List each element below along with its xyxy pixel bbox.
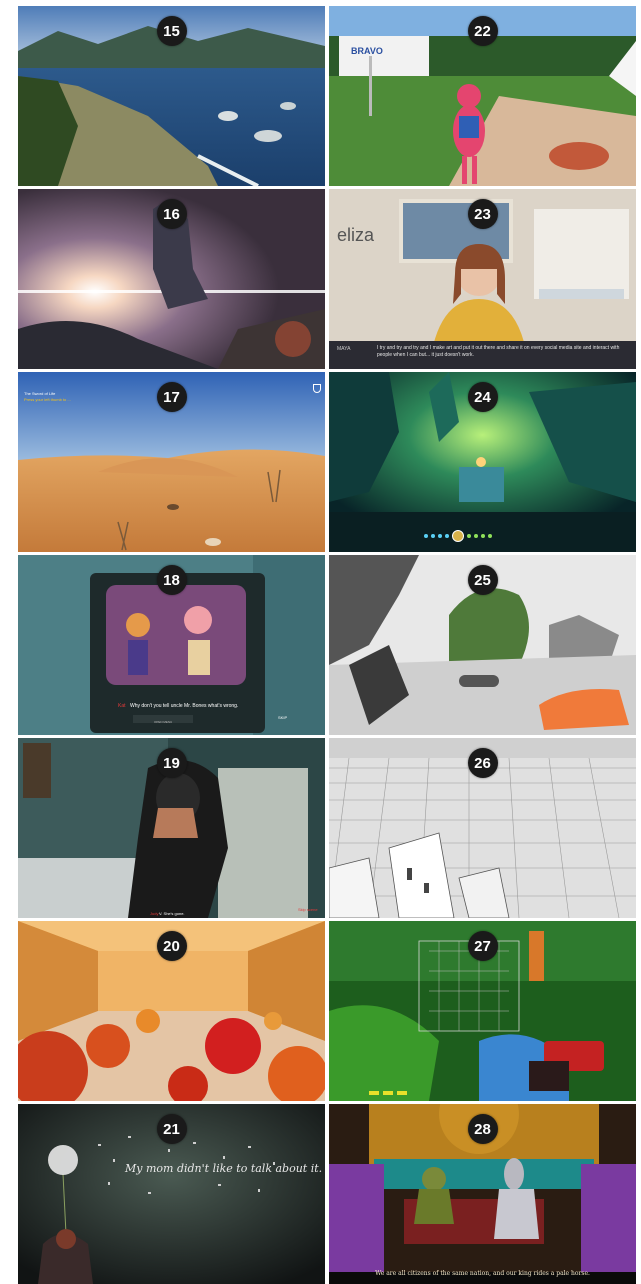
- tile-number-badge: 21: [156, 1114, 187, 1144]
- energy-orb-icon: [445, 534, 449, 538]
- subtitle-speaker: Judy: [150, 911, 159, 916]
- hud-hint: Press your left thumb to ...: [24, 397, 71, 402]
- tile-number-badge: 27: [467, 931, 498, 961]
- tile-number-badge: 23: [467, 199, 498, 229]
- subtitle-text: Why don't you tell uncle Mr. Bones what'…: [130, 703, 239, 709]
- tile-number-badge: 26: [467, 748, 498, 778]
- hud-indicator-icon: [369, 1091, 379, 1095]
- life-orb-icon: [467, 534, 471, 538]
- sign-text: BRAVO: [351, 46, 383, 56]
- tile-number-badge: 19: [156, 748, 187, 778]
- tile-26: 26: [329, 738, 636, 918]
- tile-25: 25: [329, 555, 636, 735]
- tile-28: We are all citizens of the same nation, …: [329, 1104, 636, 1284]
- tile-23: eliza MAYA I try and try and try and I m…: [329, 189, 636, 369]
- life-orb-icon: [488, 534, 492, 538]
- tile-17: The Sword of Life Press your left thumb …: [18, 372, 325, 552]
- tile-27: 27: [329, 921, 636, 1101]
- tile-number-badge: 22: [467, 16, 498, 46]
- shield-icon: [313, 384, 321, 393]
- story-caption: We are all citizens of the same nation, …: [375, 1270, 590, 1277]
- tile-number-badge: 28: [467, 1114, 498, 1144]
- energy-orb-icon: [438, 534, 442, 538]
- tile-16: 16: [18, 189, 325, 369]
- life-orb-icon: [474, 534, 478, 538]
- skip-button[interactable]: SKIP: [278, 715, 287, 720]
- hud-indicator-icon: [397, 1091, 407, 1095]
- tile-number-badge: 17: [156, 382, 187, 412]
- speaker-name: MAYA: [337, 346, 351, 352]
- tile-number-badge: 16: [156, 199, 187, 229]
- tile-21: My mom didn't like to talk about it. 21: [18, 1104, 325, 1284]
- status-hud: [369, 1091, 407, 1095]
- ability-bar: [424, 530, 544, 542]
- energy-orb-icon: [424, 534, 428, 538]
- story-caption: My mom didn't like to talk about it.: [125, 1162, 323, 1175]
- tile-number-badge: 24: [467, 382, 498, 412]
- hud-indicator-icon: [383, 1091, 393, 1095]
- subtitle-speaker: Kat: [118, 703, 126, 709]
- tile-number-badge: 25: [467, 565, 498, 595]
- menu-button[interactable]: OPEN MENU: [154, 720, 172, 724]
- tile-22: BRAVO 22: [329, 6, 636, 186]
- tile-19: Judy V. She's gone. Skip scene 19: [18, 738, 325, 918]
- tile-number-badge: 18: [156, 565, 187, 595]
- tile-18: Kat Why don't you tell uncle Mr. Bones w…: [18, 555, 325, 735]
- hud-title: The Sword of Life: [24, 391, 56, 396]
- skip-scene-button[interactable]: Skip scene: [298, 907, 318, 912]
- tile-24: 24: [329, 372, 636, 552]
- life-orb-icon: [481, 534, 485, 538]
- eliza-brand-logo: eliza: [337, 225, 375, 245]
- tile-number-badge: 15: [156, 16, 187, 46]
- screenshot-grid: 15 BRAVO 22 16 eliza MAYA I try and try …: [0, 0, 641, 1284]
- tile-number-badge: 20: [156, 931, 187, 961]
- dialogue-text: I try and try and try and I make art and…: [377, 345, 620, 358]
- spirit-light-icon: [452, 530, 464, 542]
- tile-20: 20: [18, 921, 325, 1101]
- tile-15: 15: [18, 6, 325, 186]
- energy-orb-icon: [431, 534, 435, 538]
- subtitle-text: V. She's gone.: [159, 911, 185, 916]
